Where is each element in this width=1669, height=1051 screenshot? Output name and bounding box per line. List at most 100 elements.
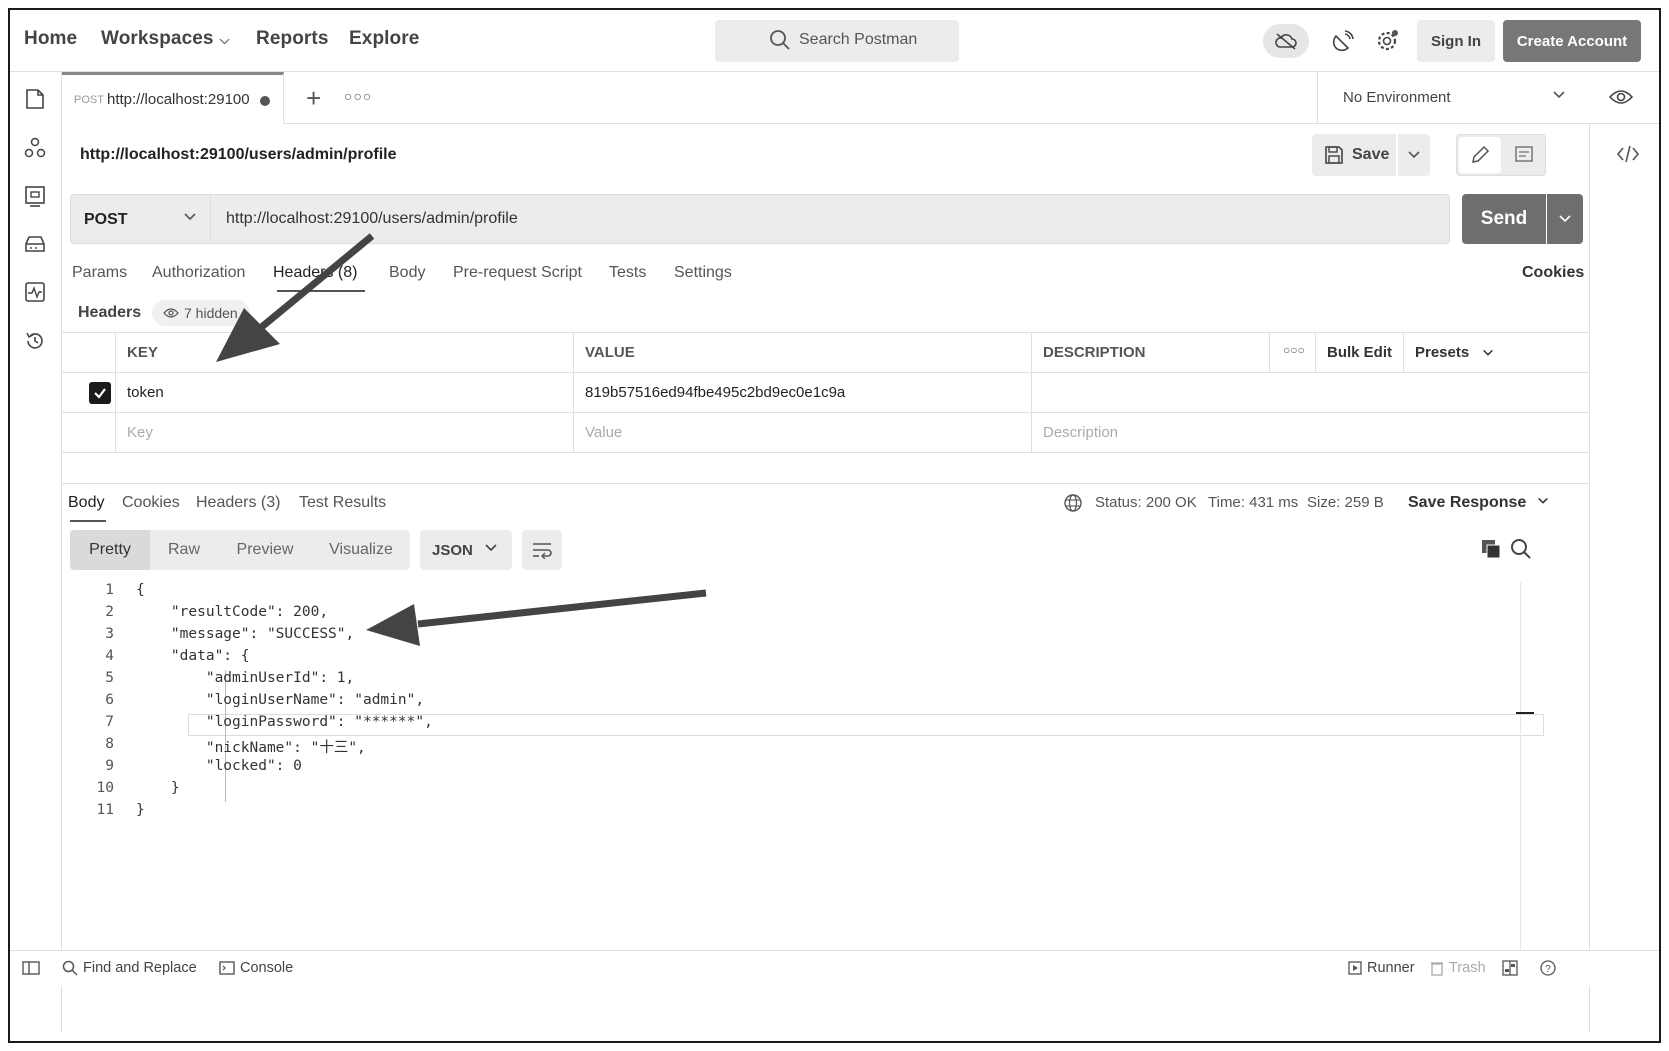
new-tab-plus-icon[interactable]: + xyxy=(306,83,321,114)
eye-icon[interactable] xyxy=(1608,84,1634,110)
unsaved-dot-icon xyxy=(260,96,270,106)
globe-icon[interactable] xyxy=(1063,493,1083,513)
response-tab-body[interactable]: Body xyxy=(68,494,104,512)
tab-settings[interactable]: Settings xyxy=(674,264,732,282)
response-tab-test-results[interactable]: Test Results xyxy=(299,494,386,512)
apis-icon[interactable] xyxy=(22,135,48,161)
header-key-cell[interactable]: token xyxy=(116,373,574,413)
code-line: 2 "resultCode": 200, xyxy=(105,604,329,620)
search-icon[interactable] xyxy=(1510,538,1532,560)
bulk-edit-button[interactable]: Bulk Edit xyxy=(1316,333,1404,373)
monitors-icon[interactable] xyxy=(22,279,48,305)
console-button[interactable]: Console xyxy=(219,960,293,976)
column-description: DESCRIPTION xyxy=(1032,333,1270,373)
nav-reports[interactable]: Reports xyxy=(256,28,329,50)
response-tab-cookies[interactable]: Cookies xyxy=(122,494,180,512)
method-select[interactable]: POST xyxy=(70,194,210,244)
two-pane-icon[interactable] xyxy=(1502,960,1518,976)
tab-tests[interactable]: Tests xyxy=(609,264,646,282)
comment-icon[interactable] xyxy=(1503,137,1545,173)
code-icon[interactable] xyxy=(1616,144,1640,164)
send-options-button[interactable] xyxy=(1547,194,1583,244)
top-bar: Home Workspaces ⌵ Reports Explore Search … xyxy=(10,10,1659,72)
response-status[interactable]: Status: 200 OK xyxy=(1095,494,1197,511)
new-value-input[interactable]: Value xyxy=(574,413,1032,453)
method-label: POST xyxy=(84,211,128,228)
presets-dropdown[interactable]: Presets xyxy=(1404,333,1589,373)
response-size[interactable]: Size: 259 B xyxy=(1307,494,1384,511)
environments-icon[interactable] xyxy=(22,183,48,209)
url-input[interactable]: http://localhost:29100/users/admin/profi… xyxy=(210,194,1450,244)
pencil-icon[interactable] xyxy=(1459,137,1501,173)
gear-icon[interactable] xyxy=(1370,24,1404,58)
code-line: 8 "nickName": "十三", xyxy=(105,736,366,756)
headers-table: KEY VALUE DESCRIPTION ○○○ Bulk Edit Pres… xyxy=(62,332,1589,454)
view-pretty-button[interactable]: Pretty xyxy=(70,530,150,570)
nav-home[interactable]: Home xyxy=(24,28,77,50)
collections-icon[interactable] xyxy=(22,86,48,112)
table-row-empty: Key Value Description xyxy=(62,413,1589,453)
cloud-sync-icon[interactable] xyxy=(1263,24,1309,58)
header-value-cell[interactable]: 819b57516ed94fbe495c2bd9ec0e1c9a xyxy=(574,373,1032,413)
request-tab[interactable]: POST http://localhost:29100 xyxy=(62,72,284,124)
tab-params[interactable]: Params xyxy=(72,264,127,282)
view-mode-toggle xyxy=(1456,134,1546,176)
chevron-down-icon xyxy=(1553,91,1565,99)
trash-button[interactable]: Trash xyxy=(1430,960,1486,976)
response-tab-headers[interactable]: Headers (3) xyxy=(196,494,280,512)
environment-label: No Environment xyxy=(1343,89,1451,106)
nav-explore[interactable]: Explore xyxy=(349,28,419,50)
copy-icon[interactable] xyxy=(1480,538,1502,560)
view-raw-button[interactable]: Raw xyxy=(150,530,218,570)
code-line: 5 "adminUserId": 1, xyxy=(105,670,355,686)
satellite-icon[interactable] xyxy=(1326,24,1360,58)
environment-selector[interactable]: No Environment xyxy=(1317,72,1587,124)
toggle-sidebar-icon[interactable] xyxy=(22,960,40,976)
scrollbar[interactable] xyxy=(1520,582,1521,952)
row-checkbox-cell xyxy=(62,373,116,413)
chevron-down-icon xyxy=(1483,349,1493,356)
cookies-link[interactable]: Cookies xyxy=(1522,264,1584,282)
search-bar[interactable]: Search Postman xyxy=(715,20,959,62)
view-visualize-button[interactable]: Visualize xyxy=(314,530,408,570)
history-icon[interactable] xyxy=(22,328,48,354)
tab-body[interactable]: Body xyxy=(389,264,425,282)
response-time[interactable]: Time: 431 ms xyxy=(1208,494,1298,511)
runner-button[interactable]: Runner xyxy=(1348,960,1415,976)
console-icon xyxy=(219,961,235,975)
code-line: 1{ xyxy=(105,582,145,598)
left-sidebar xyxy=(10,72,62,1032)
new-description-input[interactable]: Description xyxy=(1032,413,1589,453)
column-options-icon[interactable]: ○○○ xyxy=(1270,333,1316,373)
chevron-down-icon xyxy=(184,213,196,221)
format-select[interactable]: JSON xyxy=(420,530,512,570)
save-options-button[interactable] xyxy=(1398,134,1430,176)
tab-title: http://localhost:29100 xyxy=(107,91,250,108)
response-body-editor[interactable]: 1{ 2 "resultCode": 200, 3 "message": "SU… xyxy=(62,582,1552,962)
tab-method: POST xyxy=(74,94,104,106)
tab-pre-request-script[interactable]: Pre-request Script xyxy=(453,264,582,282)
header-enabled-checkbox[interactable] xyxy=(89,382,111,404)
request-title[interactable]: http://localhost:29100/users/admin/profi… xyxy=(80,146,397,164)
sign-in-button[interactable]: Sign In xyxy=(1417,20,1495,62)
create-account-button[interactable]: Create Account xyxy=(1503,20,1641,62)
save-response-dropdown[interactable]: Save Response xyxy=(1408,494,1549,512)
more-tabs-icon[interactable]: ○○○ xyxy=(344,88,372,104)
nav-workspaces[interactable]: Workspaces ⌵ xyxy=(101,28,230,50)
mock-servers-icon[interactable] xyxy=(22,231,48,257)
help-icon[interactable]: ? xyxy=(1540,960,1556,976)
find-and-replace-button[interactable]: Find and Replace xyxy=(62,960,197,976)
send-button[interactable]: Send xyxy=(1462,194,1546,244)
tab-authorization[interactable]: Authorization xyxy=(152,264,245,282)
header-description-cell[interactable] xyxy=(1032,373,1589,413)
wrap-lines-icon[interactable] xyxy=(522,530,562,570)
save-button[interactable]: Save xyxy=(1312,134,1396,176)
view-preview-button[interactable]: Preview xyxy=(220,530,310,570)
new-key-input[interactable]: Key xyxy=(116,413,574,453)
chevron-down-icon xyxy=(1408,151,1420,159)
response-view-selector: Pretty Raw Preview Visualize xyxy=(70,530,410,570)
check-icon xyxy=(94,388,106,399)
hidden-headers-toggle[interactable]: 7 hidden xyxy=(152,300,250,326)
code-line: 6 "loginUserName": "admin", xyxy=(105,692,425,708)
tab-headers[interactable]: Headers (8) xyxy=(273,264,357,282)
